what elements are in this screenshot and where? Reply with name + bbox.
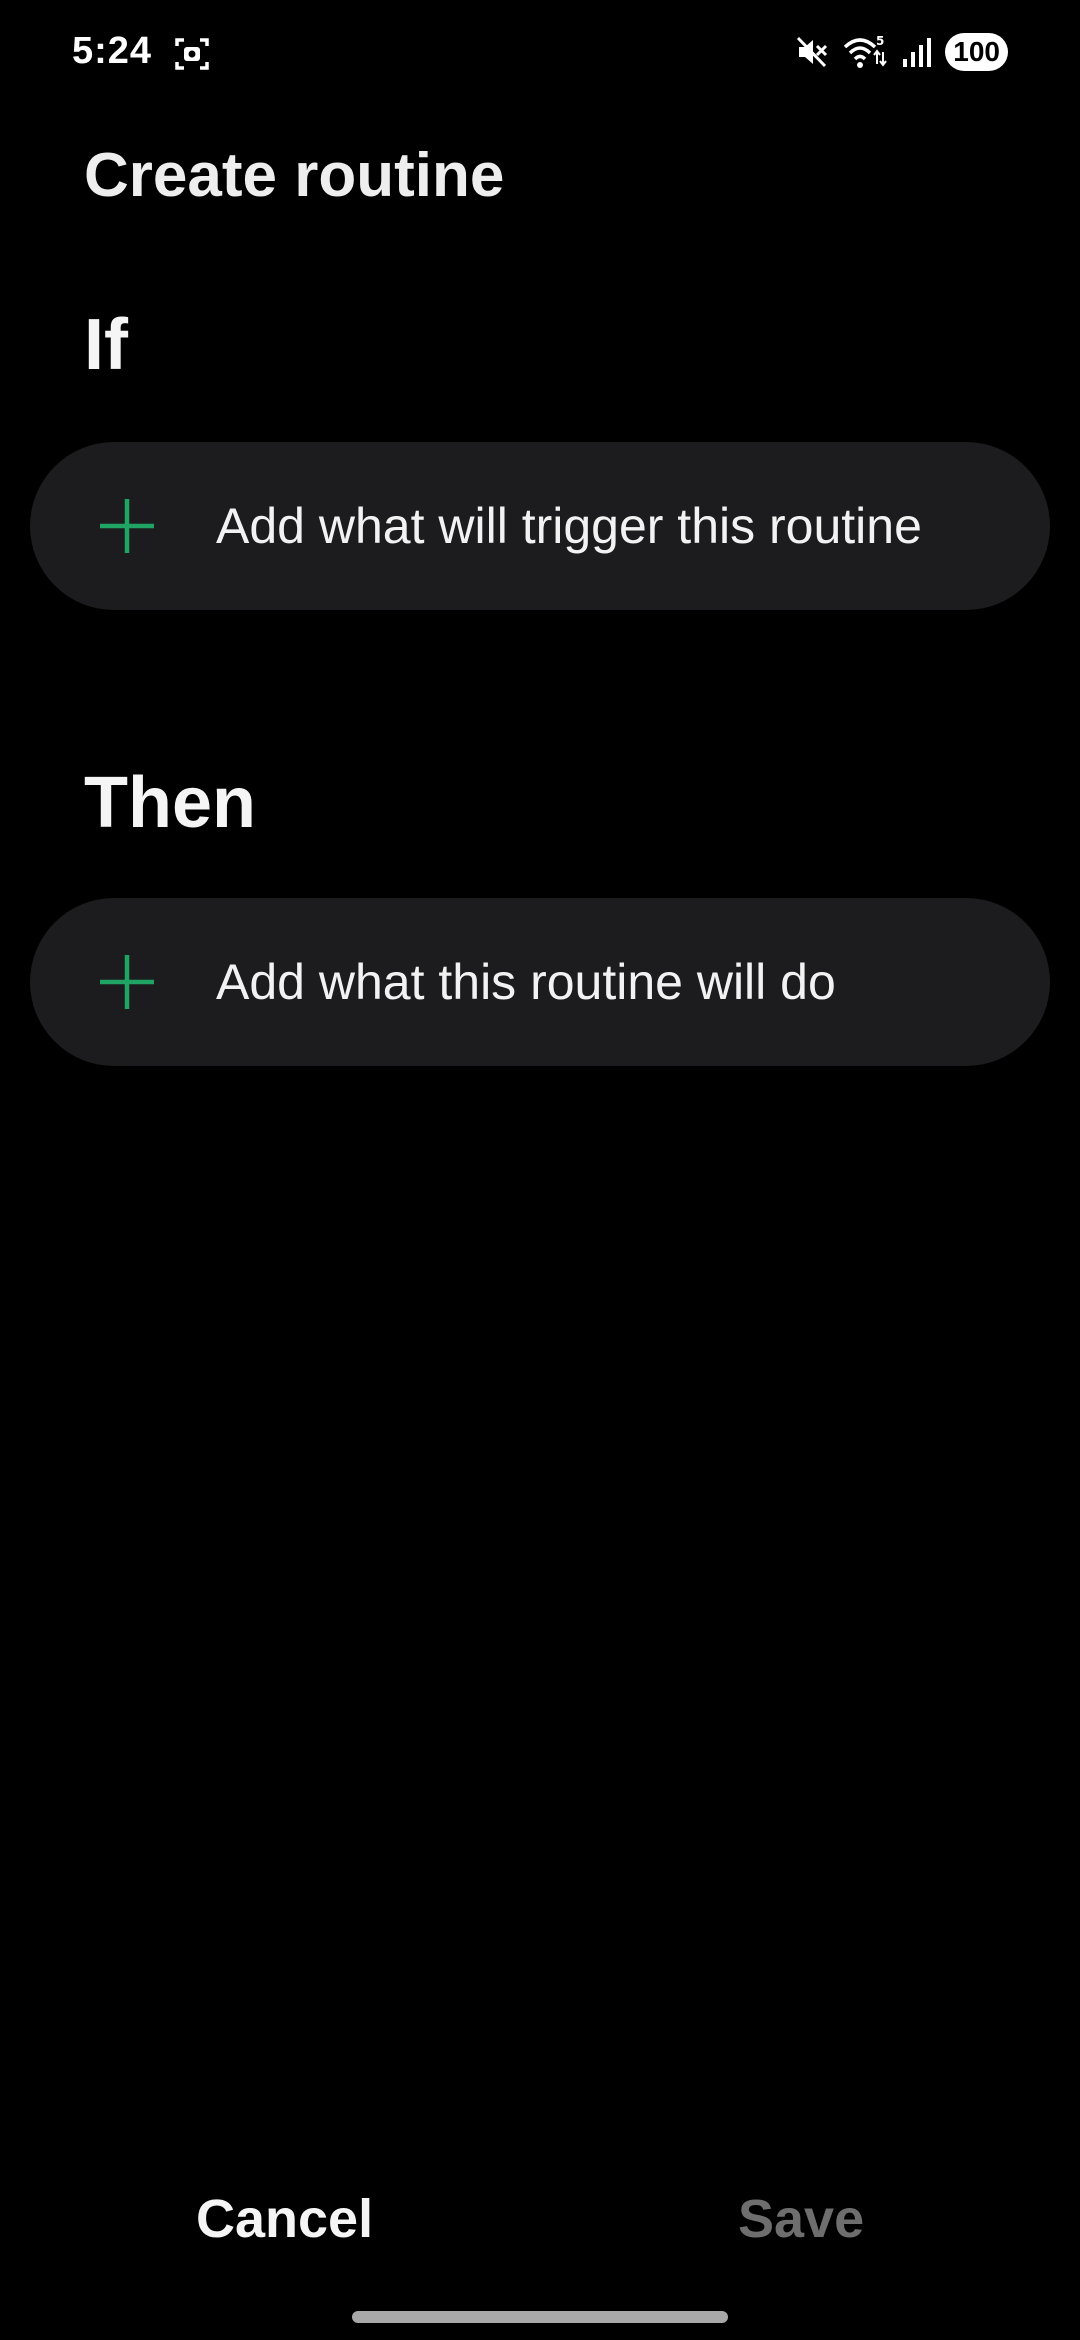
add-trigger-label: Add what will trigger this routine bbox=[216, 498, 922, 554]
save-button[interactable]: Save bbox=[738, 2188, 864, 2250]
battery-indicator: 100 bbox=[945, 33, 1008, 71]
if-heading: If bbox=[84, 305, 128, 385]
screenshot-icon bbox=[174, 36, 210, 72]
signal-icon bbox=[901, 35, 932, 69]
status-time: 5:24 bbox=[72, 30, 153, 72]
add-trigger-button[interactable]: Add what will trigger this routine bbox=[30, 442, 1050, 610]
status-icons: 5 100 bbox=[795, 30, 1008, 74]
mute-icon bbox=[795, 35, 829, 69]
add-action-label: Add what this routine will do bbox=[216, 954, 836, 1010]
page-title: Create routine bbox=[84, 141, 505, 210]
status-bar: 5:24 5 100 bbox=[0, 0, 1080, 108]
svg-text:5: 5 bbox=[876, 34, 884, 48]
plus-icon bbox=[100, 499, 154, 553]
cancel-button[interactable]: Cancel bbox=[196, 2188, 373, 2250]
plus-icon bbox=[100, 955, 154, 1009]
add-action-button[interactable]: Add what this routine will do bbox=[30, 898, 1050, 1066]
then-heading: Then bbox=[84, 763, 256, 843]
home-indicator[interactable] bbox=[352, 2311, 728, 2323]
bottom-action-bar: Cancel Save bbox=[0, 2170, 1080, 2270]
wifi-icon: 5 bbox=[843, 34, 888, 70]
